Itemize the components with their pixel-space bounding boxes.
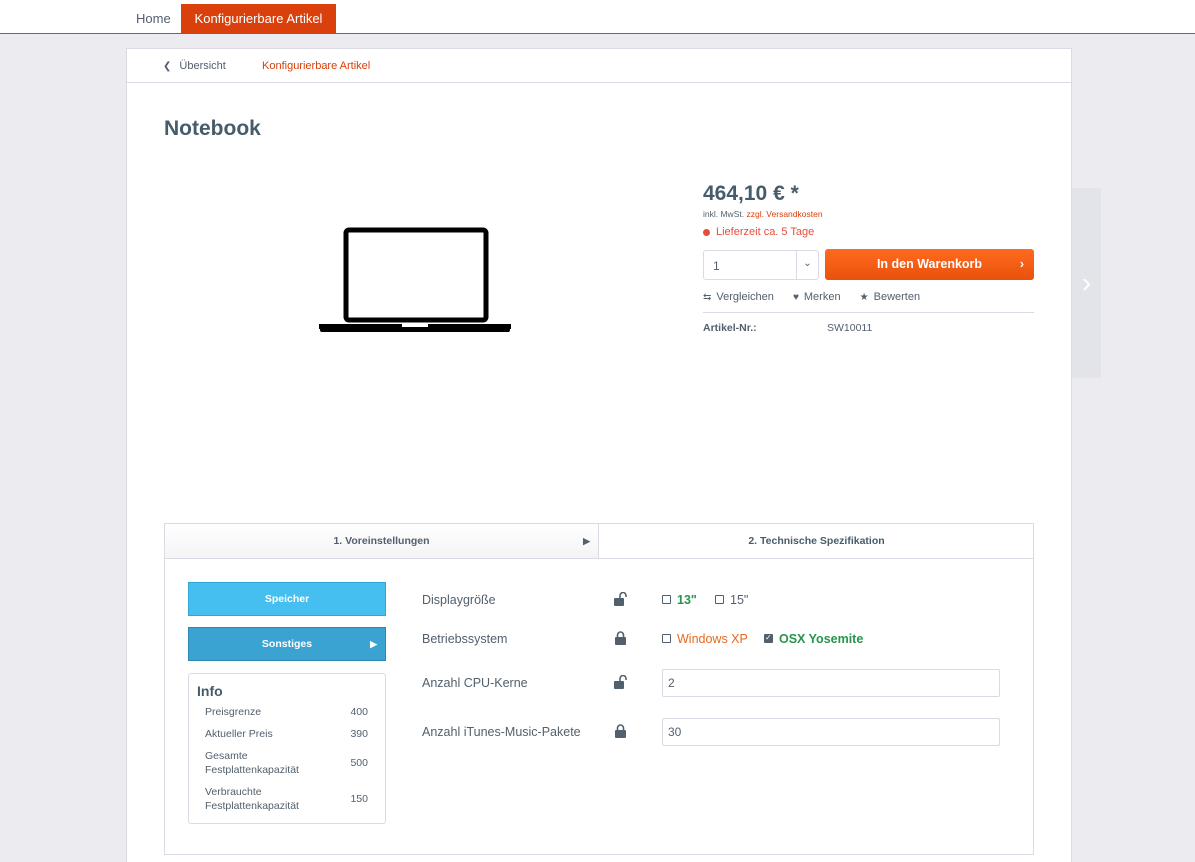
compare-label: Vergleichen (716, 291, 774, 303)
article-number-value: SW10011 (827, 322, 873, 334)
tax-prefix: inkl. MwSt. (703, 209, 745, 219)
page-title: Notebook (164, 117, 261, 140)
configurator-tabs: 1. Voreinstellungen ▶ 2. Technische Spez… (164, 523, 1034, 559)
info-box: Info Preisgrenze 400 Aktueller Preis 390… (188, 673, 386, 824)
info-row-label: Aktueller Preis (205, 728, 273, 740)
breadcrumb-current[interactable]: Konfigurierbare Artikel (262, 60, 370, 72)
delivery-status: Lieferzeit ca. 5 Tage (703, 226, 814, 238)
breadcrumb: ❮ Übersicht Konfigurierbare Artikel (127, 49, 1071, 83)
speicher-button[interactable]: Speicher (188, 582, 386, 616)
checkbox-checked-box (764, 633, 773, 643)
add-to-cart-button[interactable]: In den Warenkorb › (825, 249, 1034, 280)
quantity-select[interactable]: 1 ⌄ (703, 250, 819, 280)
back-link-label: Übersicht (179, 60, 226, 72)
sonstiges-label: Sonstiges (261, 638, 313, 650)
back-link[interactable]: ❮ Übersicht (163, 60, 226, 72)
info-row-value: 500 (350, 757, 368, 769)
option-label-itunes-pakete: Anzahl iTunes-Music-Pakete (422, 725, 581, 739)
chevron-down-icon: ⌄ (796, 251, 818, 279)
info-row-value: 390 (350, 728, 368, 740)
tab-voreinstellungen-label: 1. Voreinstellungen (333, 535, 430, 547)
product-detail-container: ❮ Übersicht Konfigurierbare Artikel Noteb… (126, 48, 1072, 862)
checkbox-windows-xp[interactable]: Windows XP (662, 632, 748, 646)
add-to-cart-label: In den Warenkorb (876, 257, 983, 271)
remember-link[interactable]: ♥ Merken (793, 291, 841, 303)
option-label-cpu-kerne: Anzahl CPU-Kerne (422, 676, 528, 690)
rate-link[interactable]: ★ Bewerten (860, 291, 920, 303)
checkbox-15-label: 15" (730, 593, 749, 607)
delivery-text: Lieferzeit ca. 5 Tage (716, 226, 815, 238)
article-number-label: Artikel-Nr.: (703, 322, 757, 334)
cpu-cores-input[interactable]: 2 (662, 669, 1000, 697)
info-row-value: 400 (350, 706, 368, 718)
status-dot-icon (703, 228, 710, 236)
compare-arrows-icon: ⇆ (703, 292, 712, 303)
nav-tab-konfigurierbare-artikel[interactable]: Konfigurierbare Artikel (181, 4, 336, 33)
star-icon: ★ (859, 292, 869, 303)
lock-icon[interactable] (614, 631, 628, 645)
info-row-label: Preisgrenze (205, 706, 262, 718)
chevron-right-icon: › (1019, 257, 1024, 271)
compare-link[interactable]: ⇆ Vergleichen (703, 291, 774, 303)
itunes-packages-input[interactable]: 30 (662, 718, 1000, 746)
checkbox-box (662, 595, 671, 604)
checkbox-box (715, 595, 724, 604)
quantity-value: 1 (713, 259, 720, 273)
checkbox-13-zoll[interactable]: 13" (662, 593, 697, 607)
unlock-icon[interactable] (614, 592, 628, 606)
chevron-left-icon: ❮ (163, 61, 172, 72)
rate-label: Bewerten (873, 291, 921, 303)
checkbox-box (662, 634, 671, 643)
info-title: Info (197, 683, 223, 699)
nav-tab-home[interactable]: Home (126, 4, 181, 33)
shipping-cost-link[interactable]: zzgl. Versandkosten (746, 209, 822, 219)
tab-technische-spezifikation[interactable]: 2. Technische Spezifikation (600, 524, 1033, 558)
option-label-betriebssystem: Betriebssystem (422, 632, 508, 646)
chevron-right-icon: › (1081, 267, 1092, 298)
top-navigation: Home Konfigurierbare Artikel (0, 0, 1195, 34)
option-label-displaygroesse: Displaygröße (422, 593, 496, 607)
product-actions: ⇆ Vergleichen ♥ Merken ★ Bewerten (703, 291, 936, 303)
lock-icon[interactable] (614, 724, 628, 738)
heart-icon: ♥ (792, 292, 799, 303)
checkbox-windows-xp-label: Windows XP (677, 632, 748, 646)
configurator-panel: Speicher Sonstiges ▶ Info Preisgrenze 40… (164, 558, 1034, 855)
tax-info: inkl. MwSt. zzgl. Versandkosten (703, 209, 823, 219)
product-price: 464,10 € * (703, 182, 799, 205)
sonstiges-button[interactable]: Sonstiges ▶ (188, 627, 386, 661)
checkbox-15-zoll[interactable]: 15" (715, 593, 748, 607)
remember-label: Merken (803, 291, 841, 303)
tab-voreinstellungen[interactable]: 1. Voreinstellungen ▶ (165, 524, 599, 558)
caret-right-icon: ▶ (370, 639, 377, 649)
info-row-label: Verbrauchte Festplattenkapazität (205, 786, 299, 812)
checkbox-osx-yosemite[interactable]: OSX Yosemite (764, 632, 863, 646)
divider (703, 312, 1034, 313)
info-row-value: 150 (350, 793, 368, 805)
caret-right-icon: ▶ (583, 536, 590, 546)
info-row-label: Gesamte Festplattenkapazität (205, 750, 299, 776)
checkbox-13-label: 13" (677, 593, 697, 607)
unlock-icon[interactable] (614, 675, 628, 689)
laptop-icon (318, 227, 512, 338)
checkbox-osx-yosemite-label: OSX Yosemite (779, 632, 864, 646)
next-product-arrow[interactable]: › (1072, 188, 1101, 378)
